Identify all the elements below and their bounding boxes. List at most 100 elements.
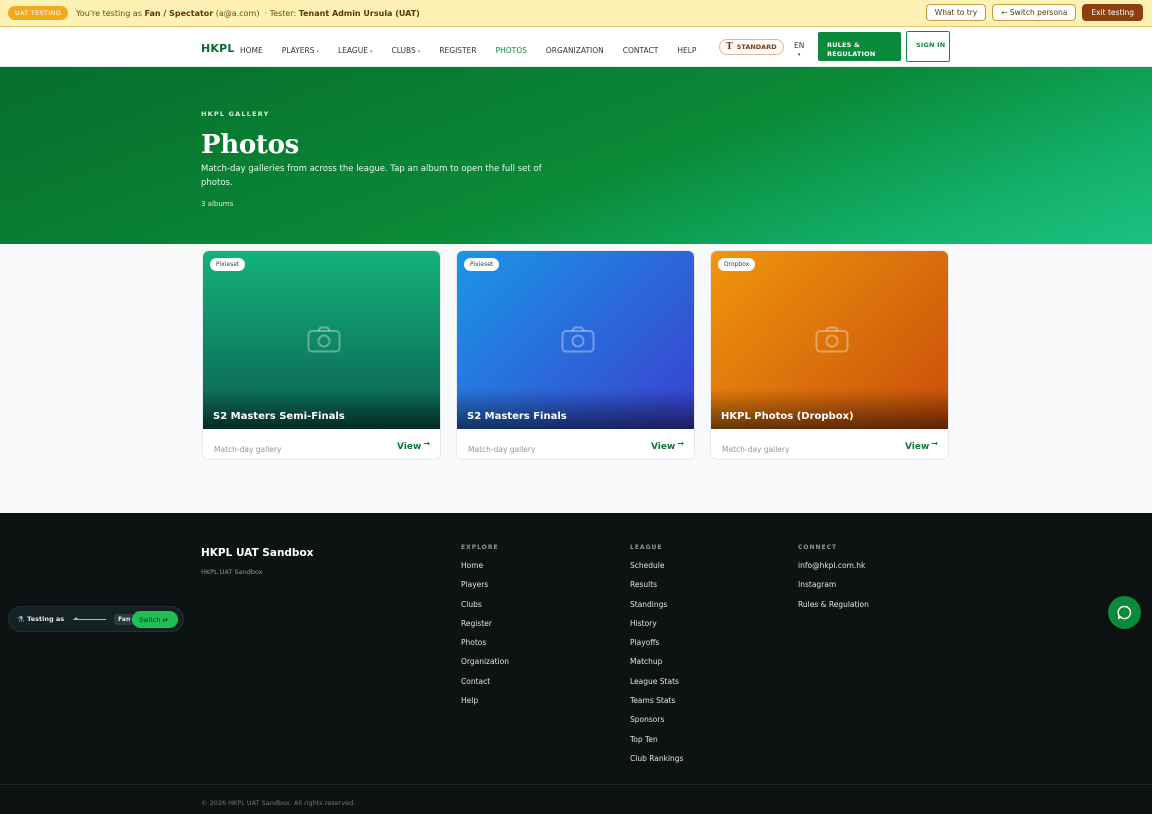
nav-link-contact[interactable]: CONTACT bbox=[623, 46, 659, 55]
album-source-badge: Pixieset bbox=[210, 258, 246, 271]
footer-column-explore: EXPLORE Home Players Clubs Register Phot… bbox=[461, 544, 509, 715]
nav-link-photos[interactable]: PHOTOS bbox=[496, 46, 527, 55]
footer-link-players[interactable]: Players bbox=[461, 580, 509, 599]
album-card[interactable]: Dropbox HKPL Photos (Dropbox) Match-day … bbox=[710, 250, 949, 460]
hero-description: Match-day galleries from across the leag… bbox=[201, 164, 542, 188]
album-view-link[interactable]: View → bbox=[905, 439, 938, 452]
nav-link-help[interactable]: HELP bbox=[677, 46, 696, 55]
footer-link-contact[interactable]: Contact bbox=[461, 677, 509, 696]
chevron-down-icon: ▾ bbox=[369, 49, 373, 55]
footer-link-club-rankings[interactable]: Club Rankings bbox=[630, 754, 683, 773]
album-source-badge: Pixieset bbox=[464, 258, 500, 271]
language-selector[interactable]: EN ▾ bbox=[794, 40, 804, 58]
nav-link-home[interactable]: HOME bbox=[240, 46, 263, 55]
persona-select[interactable] bbox=[73, 616, 107, 620]
chevron-down-icon: ▾ bbox=[316, 49, 319, 55]
album-source-badge: Dropbox bbox=[718, 258, 756, 271]
chat-button[interactable] bbox=[1108, 596, 1141, 629]
album-footer: Match-day gallery View → bbox=[203, 429, 440, 459]
footer-link-email[interactable]: info@hkpl.com.hk bbox=[798, 561, 869, 580]
nav-link-league[interactable]: LEAGUE ▾ bbox=[338, 46, 372, 55]
uat-tester-name: Tenant Admin Ursula (UAT) bbox=[298, 8, 420, 18]
footer-link-rules[interactable]: Rules & Regulation bbox=[798, 600, 869, 619]
footer-link-teams-stats[interactable]: Teams Stats bbox=[630, 696, 683, 715]
chevron-down-icon: ▾ bbox=[417, 49, 421, 55]
what-to-try-button[interactable]: What to try bbox=[925, 4, 987, 21]
footer-link-results[interactable]: Results bbox=[630, 580, 683, 599]
album-card[interactable]: Pixieset S2 Masters Semi-Finals Match-da… bbox=[202, 250, 441, 460]
uat-persona-text: You're testing as Fan / Spectator (a@a.c… bbox=[76, 8, 420, 18]
album-card[interactable]: Pixieset S2 Masters Finals Match-day gal… bbox=[456, 250, 695, 460]
persona-label: Testing as bbox=[27, 615, 65, 623]
album-footer: Match-day gallery View → bbox=[457, 429, 694, 459]
album-subtitle: Match-day gallery bbox=[722, 445, 790, 454]
album-count: 3 albums bbox=[201, 200, 234, 208]
brand-logo[interactable]: HKPL bbox=[201, 42, 235, 55]
nav-link-register[interactable]: REGISTER bbox=[439, 46, 476, 55]
arrow-right-icon: → bbox=[677, 439, 684, 448]
footer-copyright: © 2026 HKPL UAT Sandbox. All rights rese… bbox=[201, 799, 356, 807]
footer-link-sponsors[interactable]: Sponsors bbox=[630, 715, 683, 734]
footer-link-schedule[interactable]: Schedule bbox=[630, 561, 683, 580]
footer-brand-subtitle: HKPL UAT Sandbox bbox=[201, 568, 263, 576]
uat-actions: What to try ← Switch persona Exit testin… bbox=[925, 4, 1143, 21]
footer-link-instagram[interactable]: Instagram bbox=[798, 580, 869, 599]
nav-link-clubs[interactable]: CLUBS ▾ bbox=[391, 46, 420, 55]
site-footer: HKPL UAT Sandbox HKPL UAT Sandbox EXPLOR… bbox=[0, 513, 1152, 814]
chevron-down-icon: ▾ bbox=[797, 52, 801, 58]
footer-link-top-ten[interactable]: Top Ten bbox=[630, 735, 683, 754]
persona-switch-button[interactable]: Switch ⇄ bbox=[132, 611, 178, 628]
chat-bubble-icon bbox=[1117, 605, 1132, 620]
sign-in-button[interactable]: SIGN IN bbox=[906, 31, 950, 62]
footer-column-title: LEAGUE bbox=[630, 544, 663, 551]
album-view-link[interactable]: View → bbox=[651, 439, 684, 452]
footer-link-home[interactable]: Home bbox=[461, 561, 509, 580]
switch-persona-button[interactable]: ← Switch persona bbox=[992, 4, 1077, 21]
footer-link-matchup[interactable]: Matchup bbox=[630, 657, 683, 676]
footer-column-league: LEAGUE Schedule Results Standings Histor… bbox=[630, 544, 683, 773]
uat-persona-name: Fan / Spectator bbox=[144, 8, 214, 18]
footer-link-clubs[interactable]: Clubs bbox=[461, 600, 509, 619]
footer-link-photos[interactable]: Photos bbox=[461, 638, 509, 657]
camera-icon bbox=[561, 326, 595, 353]
footer-link-organization[interactable]: Organization bbox=[461, 657, 509, 676]
exit-testing-button[interactable]: Exit testing bbox=[1082, 4, 1143, 21]
footer-link-history[interactable]: History bbox=[630, 619, 683, 638]
arrow-right-icon: → bbox=[423, 439, 430, 448]
page-title: Photos bbox=[201, 130, 299, 160]
footer-link-league-stats[interactable]: League Stats bbox=[630, 677, 683, 696]
album-cover: Pixieset S2 Masters Finals bbox=[457, 251, 694, 429]
album-cover: Dropbox HKPL Photos (Dropbox) bbox=[711, 251, 948, 429]
footer-column-connect: CONNECT info@hkpl.com.hk Instagram Rules… bbox=[798, 544, 869, 619]
hero-eyebrow: HKPL GALLERY bbox=[201, 110, 270, 118]
album-subtitle: Match-day gallery bbox=[214, 445, 282, 454]
album-title: HKPL Photos (Dropbox) bbox=[721, 411, 854, 422]
footer-link-help[interactable]: Help bbox=[461, 696, 509, 715]
camera-icon bbox=[815, 326, 849, 353]
hero-banner: HKPL GALLERY Photos Match-day galleries … bbox=[0, 67, 1152, 244]
footer-link-playoffs[interactable]: Playoffs bbox=[630, 638, 683, 657]
text-size-toggle[interactable]: T STANDARD bbox=[719, 39, 784, 55]
text-size-icon: T bbox=[726, 42, 733, 52]
album-subtitle: Match-day gallery bbox=[468, 445, 536, 454]
uat-persona-email: (a@a.com) bbox=[215, 8, 260, 18]
persona-switcher: ⚗ Testing as Fan Switch ⇄ bbox=[8, 606, 184, 632]
footer-link-standings[interactable]: Standings bbox=[630, 600, 683, 619]
album-view-link[interactable]: View → bbox=[397, 439, 430, 452]
footer-brand: HKPL UAT Sandbox bbox=[201, 547, 314, 559]
footer-link-register[interactable]: Register bbox=[461, 619, 509, 638]
nav-link-organization[interactable]: ORGANIZATION bbox=[546, 46, 604, 55]
album-cover: Pixieset S2 Masters Semi-Finals bbox=[203, 251, 440, 429]
test-tube-icon: ⚗ bbox=[17, 614, 25, 624]
rules-regulation-button[interactable]: RULES & REGULATION bbox=[818, 32, 901, 61]
nav-link-players[interactable]: PLAYERS ▾ bbox=[282, 46, 319, 55]
album-title: S2 Masters Semi-Finals bbox=[213, 411, 345, 422]
footer-column-title: EXPLORE bbox=[461, 544, 499, 551]
footer-divider bbox=[0, 784, 1152, 785]
album-footer: Match-day gallery View → bbox=[711, 429, 948, 459]
camera-icon bbox=[307, 326, 341, 353]
uat-badge: UAT TESTING bbox=[8, 6, 69, 20]
uat-banner: UAT TESTING You're testing as Fan / Spec… bbox=[0, 0, 1152, 27]
footer-column-title: CONNECT bbox=[798, 544, 838, 551]
arrow-right-icon: → bbox=[931, 439, 938, 448]
